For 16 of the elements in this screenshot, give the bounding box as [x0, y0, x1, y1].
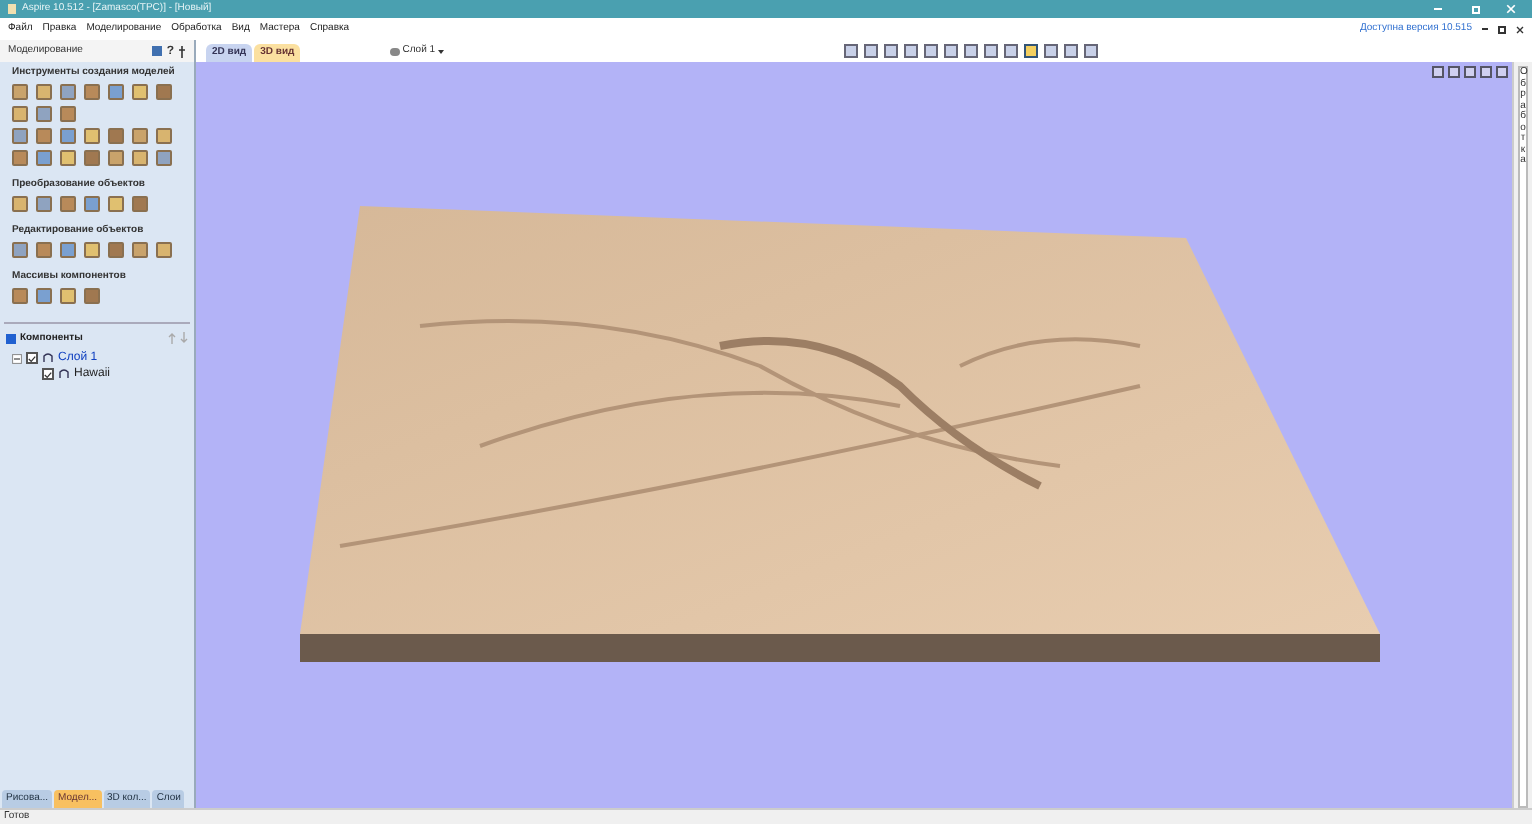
move-up-icon[interactable]: [168, 332, 176, 344]
checkbox[interactable]: [6, 333, 16, 343]
model-icon: [58, 368, 70, 380]
layer-stack-icon: [390, 47, 401, 55]
move-down-icon[interactable]: [180, 332, 188, 344]
restore-icon[interactable]: [1498, 25, 1506, 33]
maximize-icon[interactable]: [1472, 5, 1480, 13]
app-icon: [8, 4, 16, 14]
collapse-icon[interactable]: [12, 353, 22, 363]
checkbox[interactable]: [42, 368, 54, 380]
close-icon[interactable]: [1516, 25, 1524, 33]
checkbox[interactable]: [26, 352, 38, 364]
layer-icon: [42, 352, 54, 364]
panel-toggle-icon[interactable]: [152, 46, 163, 56]
3d-viewport[interactable]: [196, 62, 1512, 808]
caret-icon: [437, 49, 444, 53]
